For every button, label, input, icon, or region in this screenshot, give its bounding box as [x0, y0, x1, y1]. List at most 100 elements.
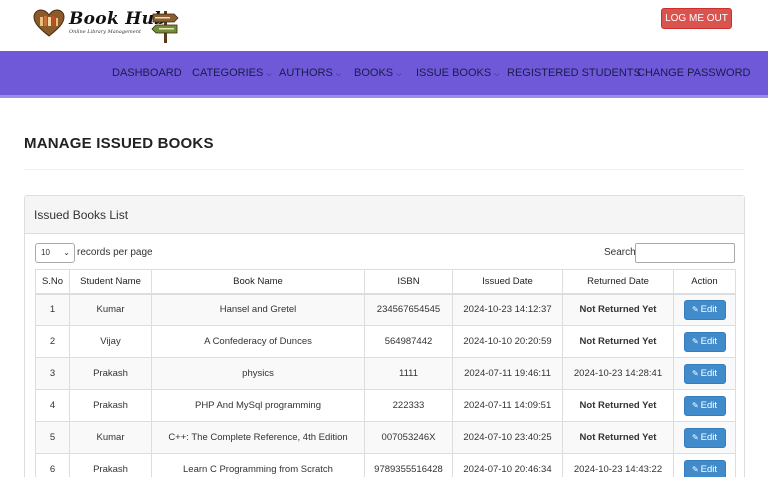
nav-dashboard[interactable]: DASHBOARD — [112, 51, 182, 95]
cell-sno: 2 — [35, 325, 70, 358]
cell-book-name: C++: The Complete Reference, 4th Edition — [151, 421, 365, 454]
edit-button[interactable]: ✎ Edit — [683, 459, 726, 477]
page-title: MANAGE ISSUED BOOKS — [24, 135, 214, 152]
cell-sno: 3 — [35, 357, 70, 390]
cell-isbn: 007053246X — [364, 421, 453, 454]
edit-label: Edit — [700, 399, 718, 411]
nav-registered-students[interactable]: REGISTERED STUDENTS — [507, 51, 641, 95]
nav-authors-label: AUTHORS — [279, 67, 333, 79]
cell-action: ✎ Edit — [673, 453, 736, 477]
cell-isbn: 1111 — [364, 357, 453, 390]
cell-student-name: Kumar — [69, 421, 152, 454]
cell-returned-date: Not Returned Yet — [562, 421, 674, 454]
records-per-page-value: 10 — [41, 248, 50, 257]
table-row: 6 Prakash Learn C Programming from Scrat… — [35, 453, 736, 477]
cell-action: ✎ Edit — [673, 293, 736, 326]
table-row: 4 Prakash PHP And MySql programming 2223… — [35, 389, 736, 422]
table-row: 5 Kumar C++: The Complete Reference, 4th… — [35, 421, 736, 454]
cell-issued-date: 2024-07-11 19:46:11 — [452, 357, 563, 390]
cell-isbn: 234567654545 — [364, 293, 453, 326]
cell-student-name: Prakash — [69, 357, 152, 390]
edit-label: Edit — [700, 367, 718, 379]
cell-issued-date: 2024-07-11 14:09:51 — [452, 389, 563, 422]
cell-returned-date: 2024-10-23 14:28:41 — [562, 357, 674, 390]
column-header-issued-date[interactable]: Issued Date — [452, 269, 563, 295]
nav-change-password-label: CHANGE PASSWORD — [637, 67, 751, 79]
chevron-down-icon: ⌄ — [63, 248, 70, 257]
edit-icon: ✎ — [691, 400, 699, 410]
cell-issued-date: 2024-10-23 14:12:37 — [452, 293, 563, 326]
cell-action: ✎ Edit — [673, 421, 736, 454]
edit-icon: ✎ — [691, 464, 699, 474]
records-per-page-label: records per page — [77, 247, 153, 258]
cell-isbn: 222333 — [364, 389, 453, 422]
edit-button[interactable]: ✎ Edit — [683, 299, 726, 320]
edit-icon: ✎ — [691, 368, 699, 378]
edit-icon: ✎ — [691, 336, 699, 346]
cell-action: ✎ Edit — [673, 389, 736, 422]
cell-book-name: PHP And MySql programming — [151, 389, 365, 422]
table-row: 1 Kumar Hansel and Gretel 234567654545 2… — [35, 293, 736, 326]
cell-student-name: Prakash — [69, 453, 152, 477]
cell-issued-date: 2024-10-10 20:20:59 — [452, 325, 563, 358]
cell-returned-date: Not Returned Yet — [562, 325, 674, 358]
issued-books-table: S.No Student Name Book Name ISBN Issued … — [35, 269, 736, 477]
search-label: Search: — [604, 247, 639, 258]
cell-book-name: Hansel and Gretel — [151, 293, 365, 326]
nav-categories-label: CATEGORIES — [192, 67, 264, 79]
cell-book-name: physics — [151, 357, 365, 390]
cell-isbn: 9789355516428 — [364, 453, 453, 477]
cell-student-name: Kumar — [69, 293, 152, 326]
nav-books[interactable]: BOOKS ⌵ — [354, 51, 401, 95]
main-navbar: DASHBOARD CATEGORIES ⌵ AUTHORS ⌵ BOOKS ⌵ IS… — [0, 51, 768, 98]
chevron-down-icon: ⌵ — [335, 71, 342, 78]
nav-authors[interactable]: AUTHORS ⌵ — [279, 51, 341, 95]
records-per-page-select[interactable]: 10 ⌄ — [35, 243, 75, 263]
edit-button[interactable]: ✎ Edit — [683, 395, 726, 416]
cell-returned-date: Not Returned Yet — [562, 389, 674, 422]
nav-categories[interactable]: CATEGORIES ⌵ — [192, 51, 272, 95]
edit-button[interactable]: ✎ Edit — [683, 427, 726, 448]
cell-book-name: A Confederacy of Dunces — [151, 325, 365, 358]
chevron-down-icon: ⌵ — [494, 71, 500, 78]
cell-student-name: Prakash — [69, 389, 152, 422]
column-header-action[interactable]: Action — [673, 269, 736, 295]
cell-action: ✎ Edit — [673, 357, 736, 390]
title-divider — [24, 169, 744, 170]
cell-sno: 4 — [35, 389, 70, 422]
edit-icon: ✎ — [691, 304, 699, 314]
chevron-down-icon: ⌵ — [396, 71, 402, 78]
column-header-isbn[interactable]: ISBN — [364, 269, 453, 295]
nav-registered-students-label: REGISTERED STUDENTS — [507, 67, 641, 79]
cell-returned-date: 2024-10-23 14:43:22 — [562, 453, 674, 477]
signpost-icon — [151, 11, 179, 43]
cell-action: ✎ Edit — [673, 325, 736, 358]
column-header-student-name[interactable]: Student Name — [69, 269, 152, 295]
cell-sno: 5 — [35, 421, 70, 454]
edit-button[interactable]: ✎ Edit — [683, 363, 726, 384]
nav-issue-books-label: ISSUE BOOKS — [416, 67, 492, 79]
edit-icon: ✎ — [691, 432, 699, 442]
edit-button[interactable]: ✎ Edit — [683, 331, 726, 352]
cell-book-name: Learn C Programming from Scratch — [151, 453, 365, 477]
chevron-down-icon: ⌵ — [266, 71, 272, 78]
logout-button[interactable]: LOG ME OUT — [661, 8, 732, 29]
cell-issued-date: 2024-07-10 23:40:25 — [452, 421, 563, 454]
nav-books-label: BOOKS — [354, 67, 394, 79]
issued-books-panel: Issued Books List 10 ⌄ records per page … — [24, 195, 745, 477]
column-header-sno[interactable]: S.No — [35, 269, 70, 295]
nav-issue-books[interactable]: ISSUE BOOKS ⌵ — [416, 51, 500, 95]
column-header-returned-date[interactable]: Returned Date — [562, 269, 674, 295]
site-logo[interactable]: Book Hub Online Library Management — [33, 9, 166, 37]
cell-returned-date: Not Returned Yet — [562, 293, 674, 326]
table-row: 2 Vijay A Confederacy of Dunces 56498744… — [35, 325, 736, 358]
nav-dashboard-label: DASHBOARD — [112, 67, 182, 79]
nav-change-password[interactable]: CHANGE PASSWORD — [637, 51, 750, 95]
table-row: 3 Prakash physics 1111 2024-07-11 19:46:… — [35, 357, 736, 390]
column-header-book-name[interactable]: Book Name — [151, 269, 365, 295]
panel-title: Issued Books List — [34, 208, 129, 222]
search-input[interactable] — [635, 243, 735, 263]
table-header-row: S.No Student Name Book Name ISBN Issued … — [35, 269, 736, 295]
cell-isbn: 564987442 — [364, 325, 453, 358]
panel-heading: Issued Books List — [25, 196, 744, 234]
